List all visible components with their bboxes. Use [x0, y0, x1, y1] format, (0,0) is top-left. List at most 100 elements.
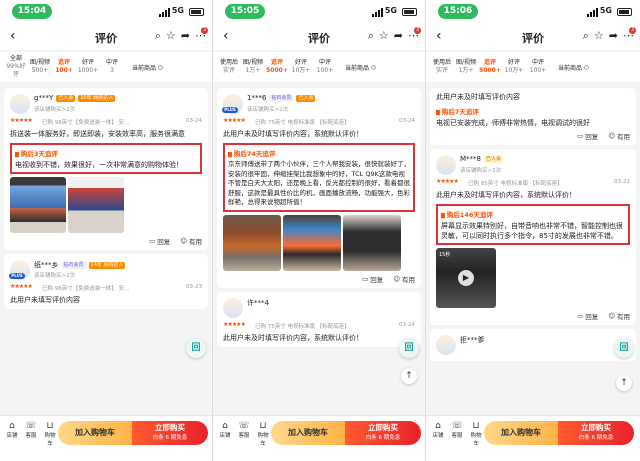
search-icon[interactable]: ⌕ — [368, 29, 374, 43]
store-button[interactable]: ⌂ 店铺 — [430, 421, 446, 447]
followup-text: 电视已安装完成，师傅非常热情，电视调试的很好 — [436, 119, 590, 127]
filter-after-use[interactable]: 使用后 实评 — [217, 59, 241, 75]
chat-fab-icon[interactable]: 回 — [399, 338, 419, 358]
purchase-count: 该店铺购买>2次 — [34, 107, 76, 113]
review-card: 许***4 ★★★★★ 已购 75英寸 电视标准版 【标配底座】 03-24 此… — [217, 291, 421, 347]
filter-neutral[interactable]: 中评 100+ — [526, 59, 550, 75]
useful-button[interactable]: ☺ 有用 — [180, 236, 202, 246]
cart-icon: ⊔ — [472, 421, 480, 431]
radio-icon — [371, 64, 377, 70]
buy-now-button[interactable]: 立即购买 白条 6 期免息 — [132, 421, 208, 445]
scroll-top-icon[interactable]: ↑ — [616, 375, 632, 391]
store-button[interactable]: ⌂ 店铺 — [217, 421, 233, 447]
signal-icon — [372, 8, 383, 17]
buy-now-button[interactable]: 立即购买 白条 6 期免息 — [558, 421, 634, 445]
cart-icon: ⊔ — [46, 421, 54, 431]
review-photo[interactable] — [343, 214, 401, 271]
cart-button[interactable]: ⊔ 购物车 — [468, 421, 484, 447]
avatar[interactable] — [10, 94, 30, 114]
user-name: 纸***乡 钻石会员 14年 网购达人 — [34, 261, 126, 269]
filter-positive[interactable]: 好评 1000+ — [76, 59, 100, 75]
clock: 15:06 — [438, 4, 478, 19]
cart-button[interactable]: ⊔ 购物车 — [255, 421, 271, 447]
scroll-top-icon[interactable]: ↑ — [401, 368, 417, 384]
review-card: PLUS 纸***乡 钻石会员 14年 网购达人 该店铺购买>2次 ★★★★★ 已购… — [4, 254, 208, 309]
service-button[interactable]: ☏ 客服 — [449, 421, 465, 447]
status-bar: 15:05 5G — [213, 0, 425, 24]
search-icon[interactable]: ⌕ — [155, 29, 161, 43]
review-video[interactable]: 15秒 ▶ — [436, 248, 496, 308]
review-card: 此用户未及时填写评价内容 购后7天追评 电视已安装完成，师傅非常热情，电视调试的… — [430, 88, 636, 145]
search-icon[interactable]: ⌕ — [583, 29, 589, 43]
review-photo[interactable] — [68, 177, 124, 233]
service-button[interactable]: ☏ 客服 — [23, 421, 39, 447]
reply-button[interactable]: ▭ 回复 — [149, 236, 170, 246]
review-photos — [223, 214, 415, 271]
nav-bar: ‹ 评价 ⌕ ☆ ➦ ⋯ 3 — [426, 24, 640, 50]
filter-media[interactable]: 图/视频 1万+ — [241, 59, 265, 75]
reply-button[interactable]: ▭ 回复 — [577, 131, 598, 141]
review-date: 03-24 — [186, 118, 202, 124]
avatar[interactable] — [223, 297, 243, 318]
network-type: 5G — [384, 6, 397, 15]
rating-row: ★★★★★ 已购 75英寸 电视标准版 【标配底座】 03-24 — [223, 321, 415, 331]
comment-icon: ▭ — [149, 237, 156, 245]
review-photo[interactable] — [283, 214, 341, 271]
share-icon[interactable]: ➦ — [394, 29, 403, 43]
review-actions: ▭ 回复 ☺ 有用 — [436, 311, 630, 321]
share-icon[interactable]: ➦ — [609, 29, 618, 43]
nav-bar: ‹ 评价 ⌕ ☆ ➦ ⋯ 3 — [213, 24, 425, 50]
filter-followup[interactable]: 追评 100+ — [52, 59, 76, 75]
store-button[interactable]: ⌂ 店铺 — [4, 421, 20, 447]
current-goods-toggle[interactable]: 当前商品 — [132, 63, 164, 72]
favorite-icon[interactable]: ☆ — [594, 29, 604, 43]
review-date: 03-24 — [399, 118, 415, 124]
joined-tag: 已入会 — [296, 95, 316, 102]
filter-neutral[interactable]: 中评 3 — [100, 59, 124, 75]
filter-followup[interactable]: 追评 5000+ — [265, 59, 289, 75]
review-photo[interactable] — [223, 214, 281, 271]
filter-media[interactable]: 图/视频 1万+ — [454, 59, 478, 75]
favorite-icon[interactable]: ☆ — [166, 29, 176, 43]
review-photo[interactable] — [10, 177, 66, 233]
plus-badge: PLUS — [9, 273, 25, 279]
buy-now-button[interactable]: 立即购买 白条 6 期免息 — [345, 421, 421, 445]
filter-media[interactable]: 图/视频 500+ — [28, 59, 52, 75]
member-tag: 钻石会员 — [269, 95, 294, 102]
add-to-cart-button[interactable]: 加入购物车 — [58, 421, 132, 445]
share-icon[interactable]: ➦ — [181, 29, 190, 43]
filter-after-use[interactable]: 使用后 实评 — [430, 59, 454, 75]
service-icon: ☏ — [238, 421, 250, 431]
current-goods-toggle[interactable]: 当前商品 — [558, 63, 590, 72]
current-goods-toggle[interactable]: 当前商品 — [345, 63, 377, 72]
avatar[interactable] — [436, 155, 456, 175]
star-rating-icon: ★★★★★ — [10, 117, 33, 124]
battery-icon — [402, 8, 417, 16]
add-to-cart-button[interactable]: 加入购物车 — [484, 421, 558, 445]
avatar[interactable] — [436, 335, 456, 355]
useful-button[interactable]: ☺ 有用 — [608, 311, 630, 321]
useful-button[interactable]: ☺ 有用 — [393, 274, 415, 284]
chat-fab-icon[interactable]: 回 — [614, 338, 634, 358]
filter-positive[interactable]: 好评 10万+ — [289, 59, 313, 75]
filter-neutral[interactable]: 中评 100+ — [313, 59, 337, 75]
service-icon: ☏ — [451, 421, 463, 431]
play-icon[interactable]: ▶ — [458, 270, 474, 286]
user-name: 拒***爹 — [460, 336, 485, 344]
cart-button[interactable]: ⊔ 购物车 — [42, 421, 58, 447]
nav-actions: ⌕ ☆ ➦ ⋯ — [583, 29, 634, 43]
review-actions: ▭ 回复 ☺ 有用 — [10, 236, 202, 246]
filter-followup[interactable]: 追评 5000+ — [478, 59, 502, 75]
reply-button[interactable]: ▭ 回复 — [577, 311, 598, 321]
review-card: M***8 已入会 该店铺购买>2次 ★★★★★ 已购 85英寸 电视标准版 【标… — [430, 149, 636, 325]
chat-fab-icon[interactable]: 回 — [186, 338, 206, 358]
useful-button[interactable]: ☺ 有用 — [608, 131, 630, 141]
followup-title: 购后3天追评 — [15, 148, 197, 158]
reply-button[interactable]: ▭ 回复 — [362, 274, 383, 284]
member-tag: 钻石会员 — [61, 262, 86, 269]
filter-all[interactable]: 全部 99%好评 — [4, 55, 28, 79]
service-button[interactable]: ☏ 客服 — [236, 421, 252, 447]
filter-positive[interactable]: 好评 10万+ — [502, 59, 526, 75]
add-to-cart-button[interactable]: 加入购物车 — [271, 421, 345, 445]
favorite-icon[interactable]: ☆ — [379, 29, 389, 43]
